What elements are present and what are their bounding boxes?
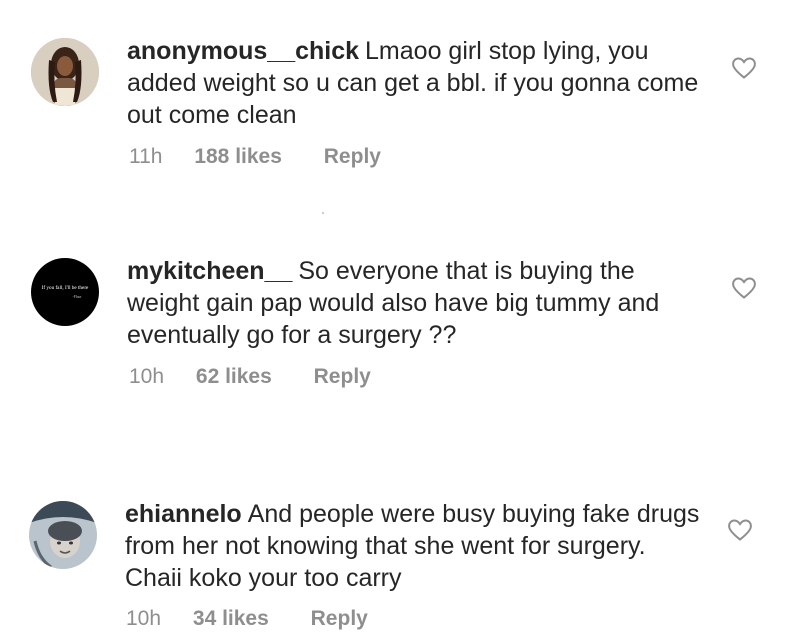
reply-button[interactable]: Reply [311, 607, 368, 631]
likes-count[interactable]: 62 likes [196, 365, 272, 389]
avatar[interactable] [29, 501, 97, 569]
like-button[interactable] [731, 276, 757, 300]
username[interactable]: ehiannelo [125, 500, 242, 528]
comment-meta: 11h 188 likes Reply [129, 145, 381, 169]
comment-meta: 10h 62 likes Reply [129, 365, 371, 389]
divider-dot [322, 212, 324, 214]
likes-count[interactable]: 188 likes [194, 145, 282, 169]
comment-text: mykitcheen__ So everyone that is buying t… [127, 255, 702, 351]
heart-outline-icon [728, 519, 752, 541]
avatar[interactable]: If you fall, I'll be there -Floor [31, 258, 99, 326]
quote-avatar-icon: If you fall, I'll be there -Floor [31, 258, 99, 326]
comment-text: ehiannelo And people were busy buying fak… [125, 498, 700, 594]
heart-outline-icon [732, 57, 756, 79]
comment-meta: 10h 34 likes Reply [126, 607, 368, 631]
timestamp[interactable]: 11h [129, 145, 162, 169]
heart-outline-icon [732, 277, 756, 299]
avatar-quote-author: -Floor [73, 295, 83, 299]
like-button[interactable] [731, 56, 757, 80]
like-button[interactable] [727, 518, 753, 542]
user-photo-avatar-icon [29, 501, 97, 569]
reply-button[interactable]: Reply [314, 365, 371, 389]
timestamp[interactable]: 10h [129, 365, 164, 389]
user-photo-avatar-icon [31, 38, 99, 106]
likes-count[interactable]: 34 likes [193, 607, 269, 631]
avatar[interactable] [31, 38, 99, 106]
username[interactable]: mykitcheen__ [127, 257, 292, 285]
avatar-quote-text: If you fall, I'll be there [42, 284, 89, 291]
reply-button[interactable]: Reply [324, 145, 381, 169]
comment-text: anonymous__chick Lmaoo girl stop lying, y… [127, 35, 702, 131]
timestamp[interactable]: 10h [126, 607, 161, 631]
username[interactable]: anonymous__chick [127, 37, 359, 65]
